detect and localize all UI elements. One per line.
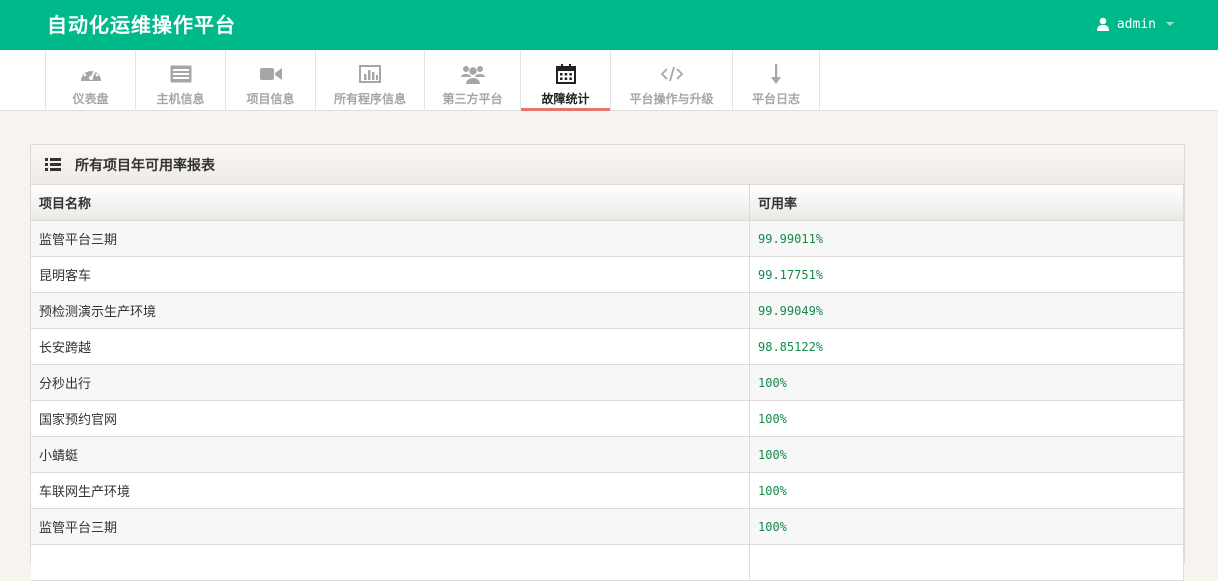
table-row: 国家预约官网 100% xyxy=(31,400,1184,437)
list-icon xyxy=(45,158,61,171)
tab-platform-ops[interactable]: 平台操作与升级 xyxy=(610,50,732,110)
project-name-cell xyxy=(31,544,750,581)
table-row: 小蜻蜓 100% xyxy=(31,436,1184,473)
tab-label: 仪表盘 xyxy=(72,92,109,106)
column-header-availability: 可用率 xyxy=(749,185,1184,221)
tab-fault-stats[interactable]: 故障统计 xyxy=(520,50,610,111)
availability-cell: 99.17751% xyxy=(749,256,1184,293)
availability-cell: 100% xyxy=(749,508,1184,545)
tab-label: 所有程序信息 xyxy=(333,92,406,106)
project-name-cell: 预检测演示生产环境 xyxy=(31,292,750,329)
availability-cell: 100% xyxy=(749,364,1184,401)
table-row: 预检测演示生产环境 99.99049% xyxy=(31,292,1184,329)
tab-platform-log[interactable]: 平台日志 xyxy=(732,50,820,110)
column-header-project-name: 项目名称 xyxy=(31,185,750,221)
project-name-cell: 国家预约官网 xyxy=(31,400,750,437)
project-name-cell: 分秒出行 xyxy=(31,364,750,401)
availability-cell: 100% xyxy=(749,472,1184,509)
tab-dashboard[interactable]: 仪表盘 xyxy=(45,50,135,110)
tab-label: 主机信息 xyxy=(156,92,205,106)
panel-header: 所有项目年可用率报表 xyxy=(31,145,1184,185)
app-title: 自动化运维操作平台 xyxy=(47,13,236,37)
arrow-down-icon xyxy=(770,62,782,86)
project-name-cell: 监管平台三期 xyxy=(31,220,750,257)
availability-cell: 99.99011% xyxy=(749,220,1184,257)
tab-label: 平台操作与升级 xyxy=(629,92,714,106)
project-name-cell: 监管平台三期 xyxy=(31,508,750,545)
panel-title: 所有项目年可用率报表 xyxy=(75,157,215,174)
availability-cell xyxy=(749,544,1184,581)
tab-project-info[interactable]: 项目信息 xyxy=(225,50,315,110)
project-name-cell: 小蜻蜓 xyxy=(31,436,750,473)
availability-table: 项目名称 可用率 监管平台三期 99.99011% 昆明客车 99.17751% 预… xyxy=(31,185,1184,581)
table-row: 监管平台三期 100% xyxy=(31,508,1184,545)
project-name-cell: 车联网生产环境 xyxy=(31,472,750,509)
availability-cell: 100% xyxy=(749,436,1184,473)
availability-cell: 99.99049% xyxy=(749,292,1184,329)
tab-all-programs[interactable]: 所有程序信息 xyxy=(315,50,424,110)
calendar-icon xyxy=(555,62,576,86)
availability-report-panel: 所有项目年可用率报表 项目名称 可用率 监管平台三期 99.99011% 昆明客车… xyxy=(30,144,1185,581)
project-name-cell: 昆明客车 xyxy=(31,256,750,293)
table-row: 昆明客车 99.17751% xyxy=(31,256,1184,293)
chevron-down-icon xyxy=(1166,22,1174,26)
availability-cell: 100% xyxy=(749,400,1184,437)
table-row: 长安跨越 98.85122% xyxy=(31,328,1184,365)
tab-label: 项目信息 xyxy=(246,92,295,106)
tab-label: 平台日志 xyxy=(751,92,800,106)
user-name: admin xyxy=(1116,16,1156,32)
project-name-cell: 长安跨越 xyxy=(31,328,750,365)
dashboard-icon xyxy=(80,62,102,86)
top-bar: 自动化运维操作平台 admin xyxy=(0,0,1218,50)
users-icon xyxy=(460,62,485,86)
tab-label: 故障统计 xyxy=(541,92,590,106)
availability-cell: 98.85122% xyxy=(749,328,1184,365)
tab-host-info[interactable]: 主机信息 xyxy=(135,50,225,110)
table-row xyxy=(31,544,1184,581)
user-menu[interactable]: admin xyxy=(1096,14,1174,34)
code-icon xyxy=(660,62,683,86)
table-row: 监管平台三期 99.99011% xyxy=(31,220,1184,257)
user-icon xyxy=(1096,17,1109,31)
tab-third-party[interactable]: 第三方平台 xyxy=(424,50,520,110)
list-alt-icon xyxy=(170,62,192,86)
table-row: 分秒出行 100% xyxy=(31,364,1184,401)
bar-chart-icon xyxy=(359,62,381,86)
main-nav: 仪表盘 主机信息 项目信息 所有程序信息 第三方平台 故障统计 平台操作与升级 … xyxy=(0,50,1218,111)
tab-label: 第三方平台 xyxy=(442,92,503,106)
video-camera-icon xyxy=(259,62,282,86)
table-row: 车联网生产环境 100% xyxy=(31,472,1184,509)
